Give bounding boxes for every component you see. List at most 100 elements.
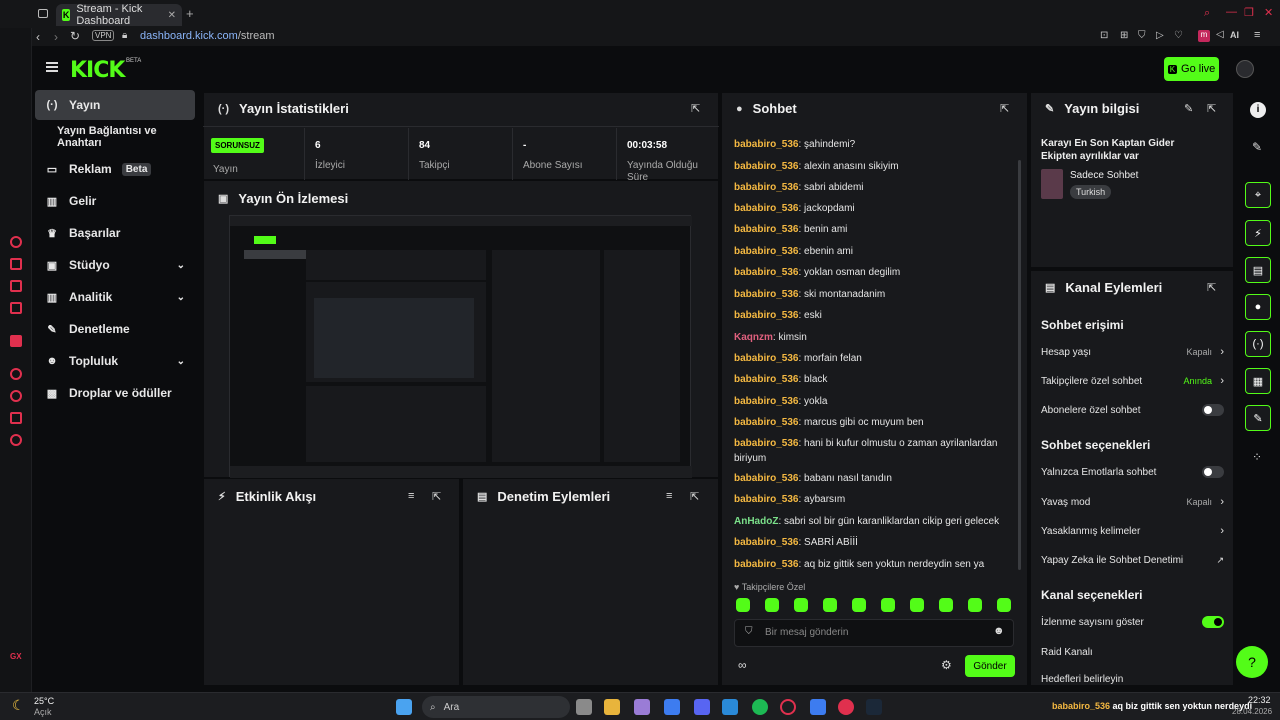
sidebar-item-studyo[interactable]: ▣ Stüdyo ⌄ [35, 250, 195, 280]
rail-chat-icon[interactable]: ● [1245, 294, 1271, 320]
steam-icon[interactable] [866, 699, 882, 715]
chat-username[interactable]: bababiro_536 [734, 537, 798, 548]
rail-more-icon[interactable]: ⁘ [1252, 450, 1262, 464]
emote-icon[interactable] [794, 598, 808, 612]
sidebar-item-droplar[interactable]: ▩ Droplar ve ödüller [35, 378, 195, 408]
emote-only-toggle[interactable] [1202, 466, 1224, 478]
menu-icon[interactable]: ≡ [1254, 29, 1260, 41]
sidebar-item-denetleme[interactable]: ✎ Denetleme [35, 314, 195, 344]
minimize-icon[interactable]: — [1226, 6, 1237, 18]
send-button[interactable]: Gönder [965, 655, 1015, 677]
avatar[interactable] [1236, 60, 1254, 78]
shield-icon[interactable]: ⛉ [1138, 30, 1146, 41]
task-view-icon[interactable] [576, 699, 592, 715]
ai-moderation-row[interactable]: Yapay Zeka ile Sohbet Denetimi ↗ [1041, 550, 1226, 570]
sidebar-item-yayin[interactable]: (·) Yayın [35, 90, 195, 120]
twitch-icon[interactable] [10, 335, 22, 347]
rail-document-icon[interactable]: ▤ [1245, 257, 1271, 283]
filter-icon[interactable]: ≡ [666, 490, 672, 502]
kick-coins-icon[interactable]: ∞ [738, 658, 747, 672]
pinboard-icon[interactable] [10, 280, 22, 292]
sidebar-item-analitik[interactable]: ▥ Analitik ⌄ [35, 282, 195, 312]
rail-bolt-icon[interactable]: ⚡︎ [1245, 220, 1271, 246]
maximize-icon[interactable]: ❐ [1244, 6, 1254, 19]
help-button[interactable]: ? [1236, 646, 1268, 678]
spotify-icon[interactable] [752, 699, 768, 715]
info-icon[interactable]: i [1250, 102, 1266, 118]
emote-icon[interactable] [939, 598, 953, 612]
url-field[interactable]: dashboard.kick.com/stream [140, 30, 275, 42]
history-icon[interactable] [10, 390, 22, 402]
opera-gx-icon[interactable] [780, 699, 796, 715]
app-icon[interactable] [664, 699, 680, 715]
kick-logo[interactable]: KICK [70, 58, 125, 83]
popout-icon[interactable]: ⇱ [1207, 102, 1216, 115]
vpn-badge[interactable]: VPN [92, 30, 115, 41]
file-explorer-icon[interactable] [604, 699, 620, 715]
speed-dial-icon[interactable] [10, 236, 22, 248]
app-icon-2[interactable] [810, 699, 826, 715]
emote-icon[interactable] [736, 598, 750, 612]
chat-username[interactable]: bababiro_536 [734, 182, 798, 193]
edit-icon[interactable]: ✎ [1252, 140, 1262, 154]
chat-username[interactable]: bababiro_536 [734, 473, 798, 484]
sidebar-item-reklam[interactable]: ▭ Reklam Beta [35, 154, 195, 184]
back-icon[interactable]: ‹ [36, 30, 40, 44]
chat-username[interactable]: bababiro_536 [734, 310, 798, 321]
chat-username[interactable]: bababiro_536 [734, 396, 798, 407]
settings-icon[interactable] [10, 434, 22, 446]
popout-icon[interactable]: ⇱ [1207, 281, 1216, 294]
chat-username[interactable]: bababiro_536 [734, 438, 798, 449]
emote-icon[interactable] [852, 598, 866, 612]
emote-icon[interactable] [823, 598, 837, 612]
chat-username[interactable]: bababiro_536 [734, 494, 798, 505]
emote-icon[interactable] [997, 598, 1011, 612]
goals-row[interactable]: Hedefleri belirleyin [1041, 672, 1226, 686]
pin-icon[interactable]: ⊡ [1100, 30, 1108, 41]
extension-icon[interactable]: m [1198, 30, 1210, 42]
chat-username[interactable]: bababiro_536 [734, 289, 798, 300]
discord-icon[interactable] [694, 699, 710, 715]
close-window-icon[interactable]: ✕ [1264, 6, 1273, 19]
show-viewers-toggle[interactable] [1202, 616, 1224, 628]
messenger-icon[interactable] [10, 302, 22, 314]
sidebar-item-basarilar[interactable]: ♛ Başarılar [35, 218, 195, 248]
popout-icon[interactable]: ⇱ [432, 490, 441, 503]
emote-icon[interactable] [910, 598, 924, 612]
chat-username[interactable]: Kaqnzm [734, 332, 773, 343]
play-icon[interactable]: ▷ [1156, 30, 1164, 41]
followers-chat-row[interactable]: Takipçilere özel sohbet Anında › [1041, 371, 1226, 391]
stream-preview-video[interactable] [229, 215, 692, 478]
chat-username[interactable]: bababiro_536 [734, 224, 798, 235]
player-icon[interactable] [10, 368, 22, 380]
chat-input[interactable]: ⛉ Bir mesaj gönderin ☻ [734, 619, 1014, 647]
tab-kick-dashboard[interactable]: K Stream - Kick Dashboard ✕ [56, 3, 182, 27]
go-live-button[interactable]: K Go live [1164, 57, 1219, 81]
workspace-icon[interactable] [10, 258, 22, 270]
new-tab-icon[interactable]: + [186, 6, 194, 21]
forward-icon[interactable]: › [54, 30, 58, 44]
store-icon[interactable] [634, 699, 650, 715]
chat-username[interactable]: bababiro_536 [734, 203, 798, 214]
popout-icon[interactable]: ⇱ [691, 102, 700, 115]
chat-username[interactable]: bababiro_536 [734, 267, 798, 278]
emoji-icon[interactable]: ☻ [993, 625, 1005, 637]
snapshot-icon[interactable]: ⊞ [1120, 30, 1128, 41]
gx-icon[interactable]: GX [10, 652, 22, 661]
windows-start-icon[interactable] [396, 699, 412, 715]
rail-wrench-icon[interactable]: ✎ [1245, 405, 1271, 431]
tab-islands-icon[interactable] [38, 9, 48, 18]
tab-close-icon[interactable]: ✕ [168, 10, 176, 21]
app-icon-3[interactable] [838, 699, 854, 715]
downloads-icon[interactable] [10, 412, 22, 424]
chat-username[interactable]: bababiro_536 [734, 139, 798, 150]
chat-username[interactable]: bababiro_536 [734, 353, 798, 364]
chat-username[interactable]: AnHadoZ [734, 516, 778, 527]
hamburger-menu-icon[interactable] [46, 62, 58, 72]
slow-mode-row[interactable]: Yavaş mod Kapalı › [1041, 492, 1226, 512]
sidebar-item-topluluk[interactable]: ☻ Topluluk ⌄ [35, 346, 195, 376]
popout-icon[interactable]: ⇱ [690, 490, 699, 503]
chat-username[interactable]: bababiro_536 [734, 559, 798, 570]
subs-chat-toggle[interactable] [1202, 404, 1224, 416]
raid-channel-row[interactable]: Raid Kanalı [1041, 642, 1226, 662]
